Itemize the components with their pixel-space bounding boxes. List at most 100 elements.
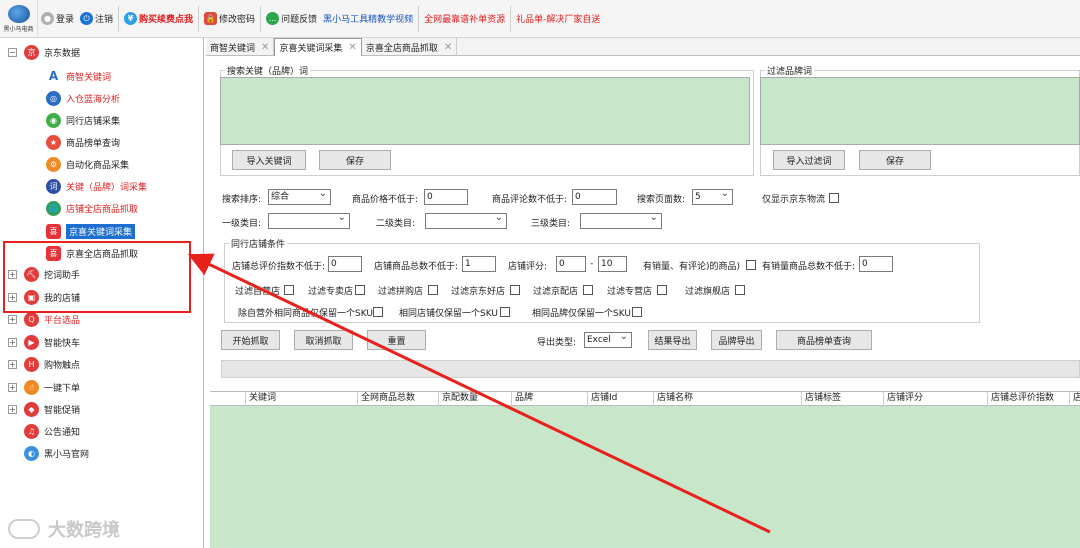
navigation-tree: − 京 京东数据 A 商智关键词 ◎ 入仓蓝海分析 ◉ 同行店铺采集 ★ 商品榜… [0,38,204,548]
tree-item-product-ranking[interactable]: ★ 商品榜单查询 [46,132,120,152]
dedupe-shop-checkbox[interactable] [500,307,510,317]
has-sales-checkbox[interactable] [746,260,756,270]
column-header[interactable]: 京配数量 [439,392,512,406]
tree-node-touchpoint[interactable]: + H 购物触点 [8,354,80,374]
min-price-input[interactable]: 0 [424,189,468,205]
tree-item-brand-keyword-collect[interactable]: 词 关键（品牌）词采集 [46,176,147,196]
login-button[interactable]: ● 登录 [38,0,77,38]
expand-icon[interactable]: + [8,359,17,369]
total-eval-input[interactable]: 0 [328,256,362,272]
category2-select[interactable] [425,211,507,229]
tree-item-jingxi-keyword-collect[interactable]: 喜 京喜关键词采集 [46,221,136,241]
filter-franchise-checkbox[interactable] [657,285,667,295]
shop-score-min-input[interactable]: 0 [556,256,586,272]
collapse-icon[interactable]: − [8,47,17,57]
tree-node-jd-data[interactable]: − 京 京东数据 [8,42,80,62]
tree-node-smart-express[interactable]: + ▶ 智能快车 [8,332,80,352]
column-header[interactable]: 店铺标签 [802,392,884,406]
cancel-fetch-button[interactable]: 取消抓取 [294,330,353,350]
renew-button[interactable]: ¥ 购买续费点我 [121,0,196,38]
tree-item-shangzhi-keywords[interactable]: A 商智关键词 [46,66,111,86]
column-header[interactable]: 店铺名称 [654,392,802,406]
close-icon[interactable]: ✕ [348,42,356,53]
save-filter-button[interactable]: 保存 [859,150,931,170]
has-sales-label: 有销量、有评论)的商品) [643,262,741,272]
expand-icon[interactable]: + [8,404,17,414]
expand-icon[interactable]: + [8,382,17,392]
gift-order-link[interactable]: 礼品单-解决厂家自送 [513,0,603,38]
filter-jd-delivery-checkbox[interactable] [583,285,593,295]
tree-item-auto-collect[interactable]: ⚙ 自动化商品采集 [46,154,129,174]
min-reviews-input[interactable]: 0 [572,189,617,205]
jd-logistics-label: 仅显示京东物流 [762,195,826,205]
column-header[interactable]: 店铺总评价指数 [988,392,1070,406]
filter-jd-delivery-label: 过滤京配店 [533,287,579,297]
word-icon: 词 [46,178,61,194]
filter-brand-textarea[interactable] [760,77,1080,145]
total-goods-input[interactable]: 1 [462,256,496,272]
change-password-button[interactable]: 🔒 修改密码 [201,0,258,38]
dedupe-brand-checkbox[interactable] [632,307,642,317]
category3-select[interactable] [580,211,662,229]
tab-shangzhi-keywords[interactable]: 商智关键词 ✕ [206,38,275,56]
jd-logistics-checkbox[interactable] [829,193,839,203]
filter-specialty-checkbox[interactable] [355,285,365,295]
megaphone-icon: ♫ [24,423,39,439]
filter-self-operated-label: 过滤自营店 [235,287,281,297]
tree-item-peer-shop-collect[interactable]: ◉ 同行店铺采集 [46,110,120,130]
column-header[interactable]: 全网商品总数 [358,392,439,406]
tutorial-video-link[interactable]: 黑小马工具精教学视频 [320,0,416,38]
tree-item-shop-goods-fetch[interactable]: 🌐 店铺全店商品抓取 [46,198,138,218]
column-header[interactable]: 关键词 [246,392,358,406]
sort-select[interactable]: 综合 [268,187,331,205]
column-header[interactable]: 店铺Id [588,392,654,406]
close-icon[interactable]: ✕ [444,42,452,53]
filter-group-buy-checkbox[interactable] [428,285,438,295]
save-keywords-button[interactable]: 保存 [319,150,391,170]
order-resource-link[interactable]: 全网最靠谱补单资源 [421,0,508,38]
tree-item-announcement[interactable]: ♫ 公告通知 [24,421,80,441]
results-grid-body[interactable] [210,406,1080,548]
filter-good-shop-checkbox[interactable] [510,285,520,295]
dedupe-brand-label: 相同品牌仅保留一个SKU [532,309,631,319]
filter-flagship-label: 过滤旗舰店 [685,287,731,297]
expand-icon[interactable]: + [8,337,17,347]
export-results-button[interactable]: 结果导出 [648,330,697,350]
tab-jingxi-shop-fetch[interactable]: 京喜全店商品抓取 ✕ [362,38,458,56]
chat-icon: … [266,12,280,25]
tree-item-warehouse-analysis[interactable]: ◎ 入仓蓝海分析 [46,88,120,108]
product-ranking-button[interactable]: 商品榜单查询 [776,330,872,350]
import-filter-button[interactable]: 导入过滤词 [773,150,845,170]
reset-button[interactable]: 重置 [367,330,426,350]
column-header[interactable]: 店铺评分 [884,392,988,406]
tag-icon: ◆ [24,401,39,417]
category1-select[interactable] [268,211,350,229]
logo-icon [7,4,30,23]
filter-flagship-checkbox[interactable] [735,285,745,295]
feedback-button[interactable]: … 问题反馈 [263,0,320,38]
column-header[interactable]: 品牌 [512,392,588,406]
tab-jingxi-keyword-collect[interactable]: 京喜关键词采集 ✕ [274,38,362,56]
sales-goods-input[interactable]: 0 [859,256,893,272]
close-icon[interactable]: ✕ [261,42,269,53]
column-header[interactable]: 店 [1070,392,1080,406]
dedupe-goods-checkbox[interactable] [373,307,383,317]
search-keywords-textarea[interactable] [220,77,750,145]
shop-score-max-input[interactable]: 10 [598,256,627,272]
expand-icon[interactable]: + [8,314,17,324]
export-type-select[interactable]: Excel [584,330,632,348]
import-keywords-button[interactable]: 导入关键词 [232,150,306,170]
pages-select[interactable]: 5 [692,187,733,205]
power-icon: ⏻ [80,12,94,25]
start-fetch-button[interactable]: 开始抓取 [221,330,280,350]
tree-node-one-click-order[interactable]: + ☝ 一键下单 [8,377,80,397]
lock-icon: 🔒 [204,12,218,25]
filter-self-operated-checkbox[interactable] [284,285,294,295]
tree-node-smart-promotion[interactable]: + ◆ 智能促销 [8,399,80,419]
logout-button[interactable]: ⏻ 注销 [77,0,116,38]
export-brand-button[interactable]: 品牌导出 [711,330,762,350]
category1-label: 一级类目: [222,219,262,229]
car-icon: ▶ [24,334,39,350]
tree-item-official-site[interactable]: ◐ 黑小马官网 [24,443,89,463]
target-icon: ◎ [46,90,61,106]
